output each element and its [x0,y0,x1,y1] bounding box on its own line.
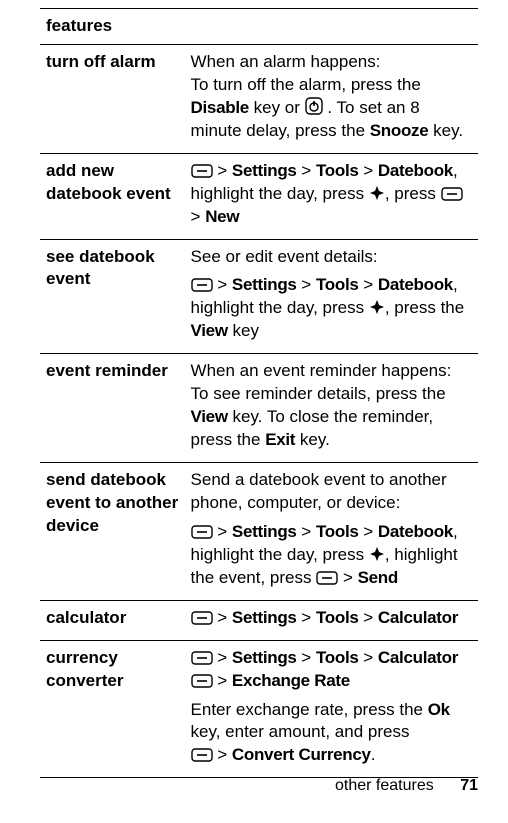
table-row: calculator > Settings > Tools > Calculat… [40,600,478,640]
feature-name: calculator [40,600,185,640]
feature-description: > Settings > Tools > Calculator [185,600,478,640]
ui-label: Calculator [378,648,458,667]
softkey-icon [191,525,213,539]
table-row: add new datebook event > Settings > Tool… [40,153,478,239]
table-row: currency converter > Settings > Tools > … [40,640,478,778]
ui-label: Tools [316,608,359,627]
power-icon [305,97,323,115]
ui-label: Snooze [370,121,429,140]
feature-description: When an alarm happens:To turn off the al… [185,44,478,153]
ui-label: Settings [232,648,297,667]
ui-label: Tools [316,161,359,180]
feature-name: currency converter [40,640,185,778]
ui-label: View [191,321,228,340]
nav-icon [369,299,385,315]
ui-label: Datebook [378,275,453,294]
feature-description: Send a datebook event to another phone, … [185,463,478,601]
table-row: send datebook event to another deviceSen… [40,463,478,601]
ui-label: Tools [316,648,359,667]
softkey-icon [191,164,213,178]
softkey-icon [191,651,213,665]
table-row: event reminderWhen an event reminder hap… [40,354,478,463]
feature-description: > Settings > Tools > Calculator > Exchan… [185,640,478,778]
ui-label: Tools [316,275,359,294]
feature-name: send datebook event to another device [40,463,185,601]
ui-label: Datebook [378,161,453,180]
nav-icon [369,546,385,562]
feature-description: See or edit event details: > Settings > … [185,239,478,354]
feature-name: see datebook event [40,239,185,354]
nav-icon [369,185,385,201]
ui-label: Settings [232,275,297,294]
table-row: turn off alarmWhen an alarm happens:To t… [40,44,478,153]
ui-label: Tools [316,522,359,541]
ui-label: View [191,407,228,426]
softkey-icon [191,674,213,688]
ui-label: Calculator [378,608,458,627]
features-table: features turn off alarmWhen an alarm hap… [40,8,478,778]
ui-label: Datebook [378,522,453,541]
ui-label: New [205,207,239,226]
softkey-icon [316,571,338,585]
ui-label: Convert Currency [232,745,371,764]
feature-name: add new datebook event [40,153,185,239]
ui-label: Exchange Rate [232,671,350,690]
feature-name: turn off alarm [40,44,185,153]
ui-label: Settings [232,161,297,180]
footer-section: other features [335,777,434,794]
ui-label: Settings [232,522,297,541]
ui-label: Ok [428,700,450,719]
page-number: 71 [460,777,478,794]
ui-label: Send [358,568,398,587]
table-header: features [40,9,478,45]
softkey-icon [441,187,463,201]
softkey-icon [191,748,213,762]
feature-description: > Settings > Tools > Datebook, highlight… [185,153,478,239]
feature-name: event reminder [40,354,185,463]
ui-label: Disable [191,98,249,117]
table-row: see datebook eventSee or edit event deta… [40,239,478,354]
softkey-icon [191,278,213,292]
page-footer: other features 71 [335,777,478,795]
ui-label: Settings [232,608,297,627]
softkey-icon [191,611,213,625]
feature-description: When an event reminder happens:To see re… [185,354,478,463]
ui-label: Exit [265,430,295,449]
